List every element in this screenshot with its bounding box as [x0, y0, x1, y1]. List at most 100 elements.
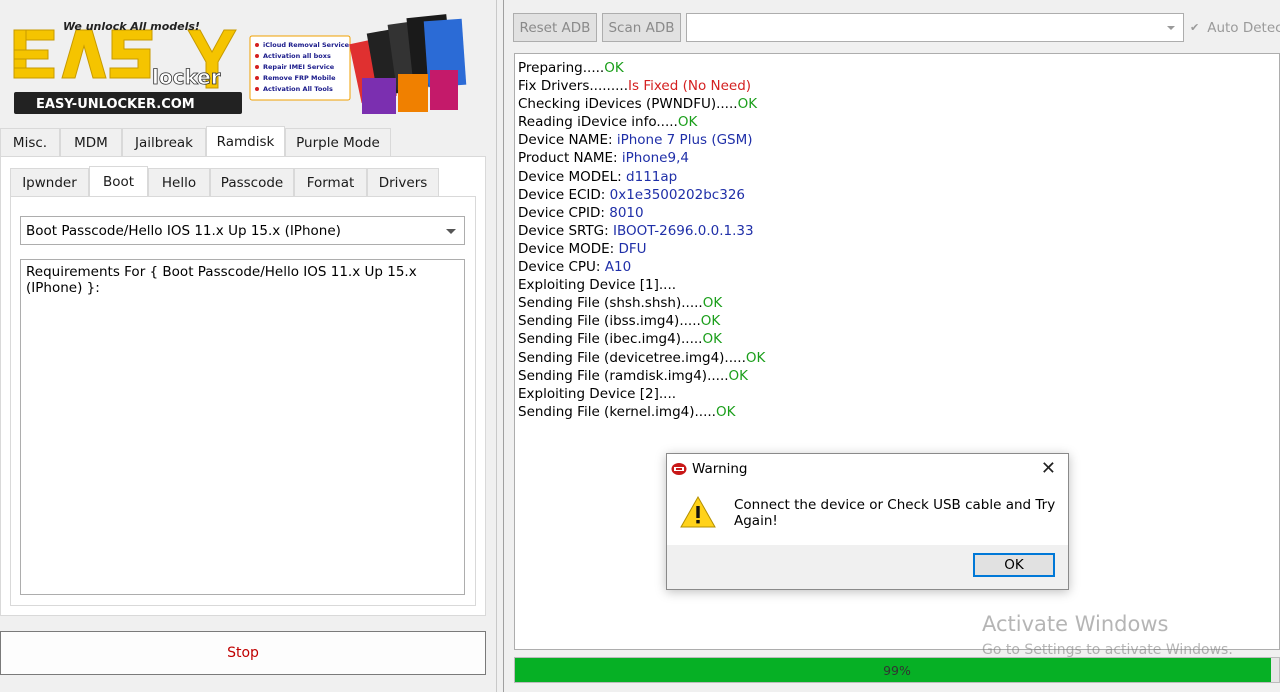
log-status: OK	[715, 403, 736, 420]
subtab-format[interactable]: Format	[294, 168, 367, 196]
easy-locker-logo: We unlock All models! locker EASY-UNLOCK…	[13, 14, 467, 114]
log-line: Sending File (kernel.img4).....OK	[518, 403, 1276, 421]
log-status: Is Fixed (No Need)	[628, 78, 752, 95]
reset-adb-button[interactable]: Reset ADB	[513, 13, 597, 42]
mode-select-value: Boot Passcode/Hello IOS 11.x Up 15.x (IP…	[26, 222, 341, 239]
ok-button[interactable]: OK	[973, 553, 1055, 577]
log-label: Sending File (shsh.shsh).....	[518, 295, 703, 312]
log-status: OK	[700, 313, 721, 330]
banner-service-3: Repair IMEI Service	[263, 63, 335, 71]
log-label: Reading iDevice info.....	[518, 114, 678, 131]
log-label: Device MODE:	[518, 240, 619, 257]
banner-logo-sub: locker	[152, 65, 221, 89]
log-label: Fix Drivers.........	[518, 78, 629, 95]
log-line: Device CPU: A10	[518, 258, 1276, 276]
subtab-boot[interactable]: Boot	[89, 166, 148, 196]
log-status: OK	[677, 114, 698, 131]
mode-select[interactable]: Boot Passcode/Hello IOS 11.x Up 15.x (IP…	[20, 216, 465, 245]
dialog-title: Warning	[692, 461, 748, 477]
checkmark-icon: ✔	[1190, 21, 1200, 34]
log-label: Sending File (kernel.img4).....	[518, 403, 716, 420]
dialog-titlebar[interactable]: Warning ✕	[667, 454, 1068, 485]
tab-mdm[interactable]: MDM	[60, 128, 122, 156]
log-status: OK	[702, 295, 723, 312]
tab-jailbreak[interactable]: Jailbreak	[122, 128, 206, 156]
requirements-text: Requirements For { Boot Passcode/Hello I…	[26, 264, 417, 296]
dialog-footer: OK	[667, 545, 1068, 589]
banner-service-5: Activation All Tools	[263, 85, 333, 93]
log-line: Exploiting Device [1]....	[518, 276, 1276, 294]
log-line: Device MODE: DFU	[518, 240, 1276, 258]
log-status: OK	[737, 96, 758, 113]
auto-detect-label: Auto Detect	[1207, 19, 1280, 36]
log-line: Device CPID: 8010	[518, 204, 1276, 222]
log-status: A10	[604, 259, 632, 276]
banner-service-4: Remove FRP Mobile	[263, 74, 336, 82]
log-label: Device CPID:	[518, 204, 610, 221]
scan-adb-button[interactable]: Scan ADB	[602, 13, 681, 42]
log-line: Device NAME: iPhone 7 Plus (GSM)	[518, 131, 1276, 149]
log-line: Sending File (devicetree.img4).....OK	[518, 349, 1276, 367]
log-status: 0x1e3500202bc326	[609, 186, 745, 203]
warning-dialog: Warning ✕ Connect the device or Check US…	[666, 453, 1069, 590]
log-label: Sending File (devicetree.img4).....	[518, 349, 746, 366]
log-label: Checking iDevices (PWNDFU).....	[518, 96, 738, 113]
chevron-down-icon	[1167, 26, 1175, 30]
requirements-textarea[interactable]: Requirements For { Boot Passcode/Hello I…	[20, 259, 465, 595]
log-label: Device SRTG:	[518, 222, 613, 239]
log-label: Sending File (ramdisk.img4).....	[518, 367, 729, 384]
progress-bar: 99%	[514, 657, 1280, 683]
log-status: OK	[728, 367, 749, 384]
log-status: OK	[604, 60, 624, 76]
close-icon[interactable]: ✕	[1041, 458, 1056, 479]
dialog-body: Connect the device or Check USB cable an…	[667, 485, 1068, 545]
log-line: Checking iDevices (PWNDFU).....OK	[518, 95, 1276, 113]
banner-service-2: Activation all boxs	[263, 52, 331, 60]
log-status: iPhone9,4	[621, 150, 689, 167]
main-tabs: Misc. MDM Jailbreak Ramdisk Purple Mode	[0, 126, 391, 156]
progress-label: 99%	[883, 662, 911, 678]
log-label: Device CPU:	[518, 259, 605, 276]
app-icon	[671, 463, 687, 475]
panel-splitter[interactable]	[496, 0, 504, 692]
log-line: Exploiting Device [2]....	[518, 385, 1276, 403]
tab-ramdisk[interactable]: Ramdisk	[206, 126, 285, 156]
log-line: Reading iDevice info.....OK	[518, 113, 1276, 131]
banner-site: EASY-UNLOCKER.COM	[36, 97, 195, 112]
log-status: iPhone 7 Plus (GSM)	[616, 132, 753, 149]
log-label: Exploiting Device [2]....	[518, 385, 677, 402]
subtab-drivers[interactable]: Drivers	[367, 168, 439, 196]
sub-tabs: Ipwnder Boot Hello Passcode Format Drive…	[10, 166, 439, 196]
log-line: Device ECID: 0x1e3500202bc326	[518, 186, 1276, 204]
log-label: Preparing.....	[518, 60, 605, 76]
log-status: 8010	[609, 204, 644, 221]
log-label: Product NAME:	[518, 150, 622, 167]
log-line: Sending File (ramdisk.img4).....OK	[518, 367, 1276, 385]
subtab-passcode[interactable]: Passcode	[210, 168, 294, 196]
log-line: Device MODEL: d111ap	[518, 168, 1276, 186]
log-line: Sending File (shsh.shsh).....OK	[518, 294, 1276, 312]
left-panel: We unlock All models! locker EASY-UNLOCK…	[0, 0, 496, 692]
tab-purple-mode[interactable]: Purple Mode	[285, 128, 391, 156]
log-label: Device NAME:	[518, 132, 617, 149]
log-line: Sending File (ibss.img4).....OK	[518, 312, 1276, 330]
subtab-hello[interactable]: Hello	[148, 168, 210, 196]
device-select[interactable]	[686, 13, 1184, 42]
log-label: Sending File (ibec.img4).....	[518, 331, 703, 348]
banner-tagline: We unlock All models!	[63, 20, 200, 33]
chevron-down-icon	[446, 229, 456, 234]
banner-service-1: iCloud Removal Service	[263, 41, 350, 49]
log-line: Sending File (ibec.img4).....OK	[518, 330, 1276, 348]
log-label: Exploiting Device [1]....	[518, 277, 677, 294]
cards-collage	[349, 14, 467, 114]
log-status: OK	[745, 349, 766, 366]
log-label: Device MODEL:	[518, 168, 627, 185]
banner-image: We unlock All models! locker EASY-UNLOCK…	[0, 0, 496, 128]
stop-button[interactable]: Stop	[0, 631, 486, 675]
log-line: Device SRTG: IBOOT-2696.0.0.1.33	[518, 222, 1276, 240]
subtab-ipwnder[interactable]: Ipwnder	[10, 168, 89, 196]
log-status: IBOOT-2696.0.0.1.33	[612, 222, 754, 239]
auto-detect-checkbox[interactable]: ✔ Auto Detect	[1190, 13, 1280, 42]
log-label: Sending File (ibss.img4).....	[518, 313, 701, 330]
tab-misc[interactable]: Misc.	[0, 128, 60, 156]
